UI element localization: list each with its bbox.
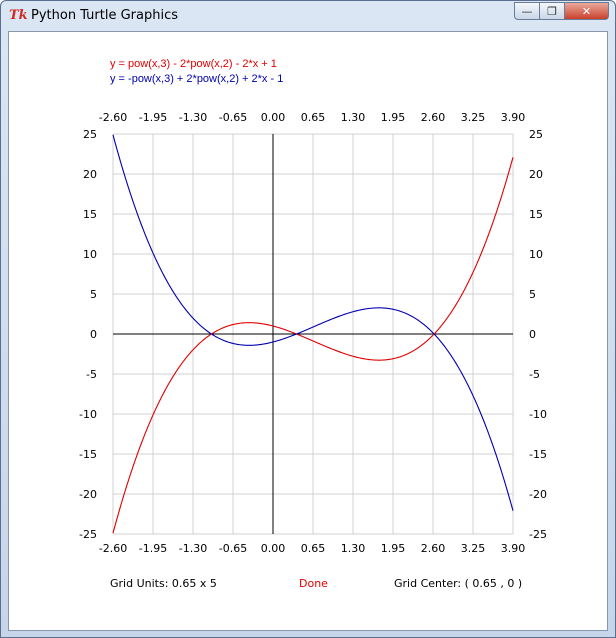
x-tick-label-top: 0.65	[301, 111, 326, 124]
y-tick-label-right: -10	[529, 408, 547, 421]
minimize-button[interactable]: —	[514, 2, 540, 20]
y-tick-label-right: -15	[529, 448, 547, 461]
x-tick-label-top: 1.95	[381, 111, 406, 124]
turtle-canvas[interactable]: -2.60 -2.60 -1.95 -1.95 -1.30 -1.30 -0.65 -0.65…	[8, 31, 608, 631]
x-tick-label-top: 1.30	[341, 111, 366, 124]
x-tick-label-bottom: 0.00	[261, 542, 286, 555]
tk-feather-icon: Tk	[9, 8, 28, 23]
x-tick-label-bottom: 3.25	[461, 542, 486, 555]
turtle-window: Tk Python Turtle Graphics — ❐ ✕ -2.60 -2.…	[0, 0, 616, 638]
minimize-icon: —	[521, 4, 533, 18]
y-tick-label-right: 15	[529, 208, 543, 221]
window-title: Python Turtle Graphics	[31, 8, 178, 23]
x-tick-label-bottom: 3.90	[501, 542, 526, 555]
x-tick-label-top: -2.60	[99, 111, 127, 124]
y-tick-label-right: 0	[529, 328, 536, 341]
title-bar[interactable]: Tk Python Turtle Graphics — ❐ ✕	[1, 1, 615, 31]
y-tick-label-left: -25	[79, 528, 97, 541]
x-tick-label-top: 2.60	[421, 111, 446, 124]
y-tick-label-left: 15	[83, 208, 97, 221]
y-tick-label-right: 5	[529, 288, 536, 301]
grid-units-label: Grid Units: 0.65 x 5	[110, 577, 217, 590]
status-label: Done	[299, 577, 328, 590]
y-tick-label-left: 10	[83, 248, 97, 261]
close-button[interactable]: ✕	[565, 2, 609, 20]
x-tick-label-bottom: -1.95	[139, 542, 167, 555]
x-tick-label-top: -1.95	[139, 111, 167, 124]
x-tick-label-top: 3.25	[461, 111, 486, 124]
maximize-icon: ❐	[547, 4, 557, 18]
y-tick-label-left: -10	[79, 408, 97, 421]
x-tick-label-bottom: -0.65	[219, 542, 247, 555]
x-tick-label-bottom: 1.30	[341, 542, 366, 555]
x-tick-label-top: 0.00	[261, 111, 286, 124]
y-tick-label-right: 20	[529, 168, 543, 181]
y-tick-label-left: -15	[79, 448, 97, 461]
y-tick-label-left: 0	[90, 328, 97, 341]
x-tick-label-bottom: 0.65	[301, 542, 326, 555]
close-icon: ✕	[581, 4, 592, 18]
x-tick-label-top: -1.30	[179, 111, 207, 124]
y-tick-label-right: -20	[529, 488, 547, 501]
maximize-button[interactable]: ❐	[540, 2, 565, 20]
y-tick-label-left: 5	[90, 288, 97, 301]
y-tick-label-left: 25	[83, 128, 97, 141]
y-tick-label-left: -5	[86, 368, 97, 381]
y-tick-label-right: -25	[529, 528, 547, 541]
grid-center-label: Grid Center: ( 0.65 , 0 )	[394, 577, 522, 590]
y-tick-label-left: -20	[79, 488, 97, 501]
window-controls: — ❐ ✕	[514, 2, 609, 20]
y-tick-label-left: 20	[83, 168, 97, 181]
blue-equation-label: y = -pow(x,3) + 2*pow(x,2) + 2*x - 1	[110, 73, 283, 85]
x-tick-label-bottom: 1.95	[381, 542, 406, 555]
y-tick-label-right: 10	[529, 248, 543, 261]
x-tick-label-bottom: -1.30	[179, 542, 207, 555]
x-tick-label-top: 3.90	[501, 111, 526, 124]
y-tick-label-right: -5	[529, 368, 540, 381]
x-tick-label-top: -0.65	[219, 111, 247, 124]
y-tick-label-right: 25	[529, 128, 543, 141]
red-equation-label: y = pow(x,3) - 2*pow(x,2) - 2*x + 1	[110, 58, 277, 70]
x-tick-label-bottom: 2.60	[421, 542, 446, 555]
plot-svg: -2.60 -2.60 -1.95 -1.95 -1.30 -1.30 -0.65 -0.65…	[79, 58, 547, 590]
x-tick-label-bottom: -2.60	[99, 542, 127, 555]
